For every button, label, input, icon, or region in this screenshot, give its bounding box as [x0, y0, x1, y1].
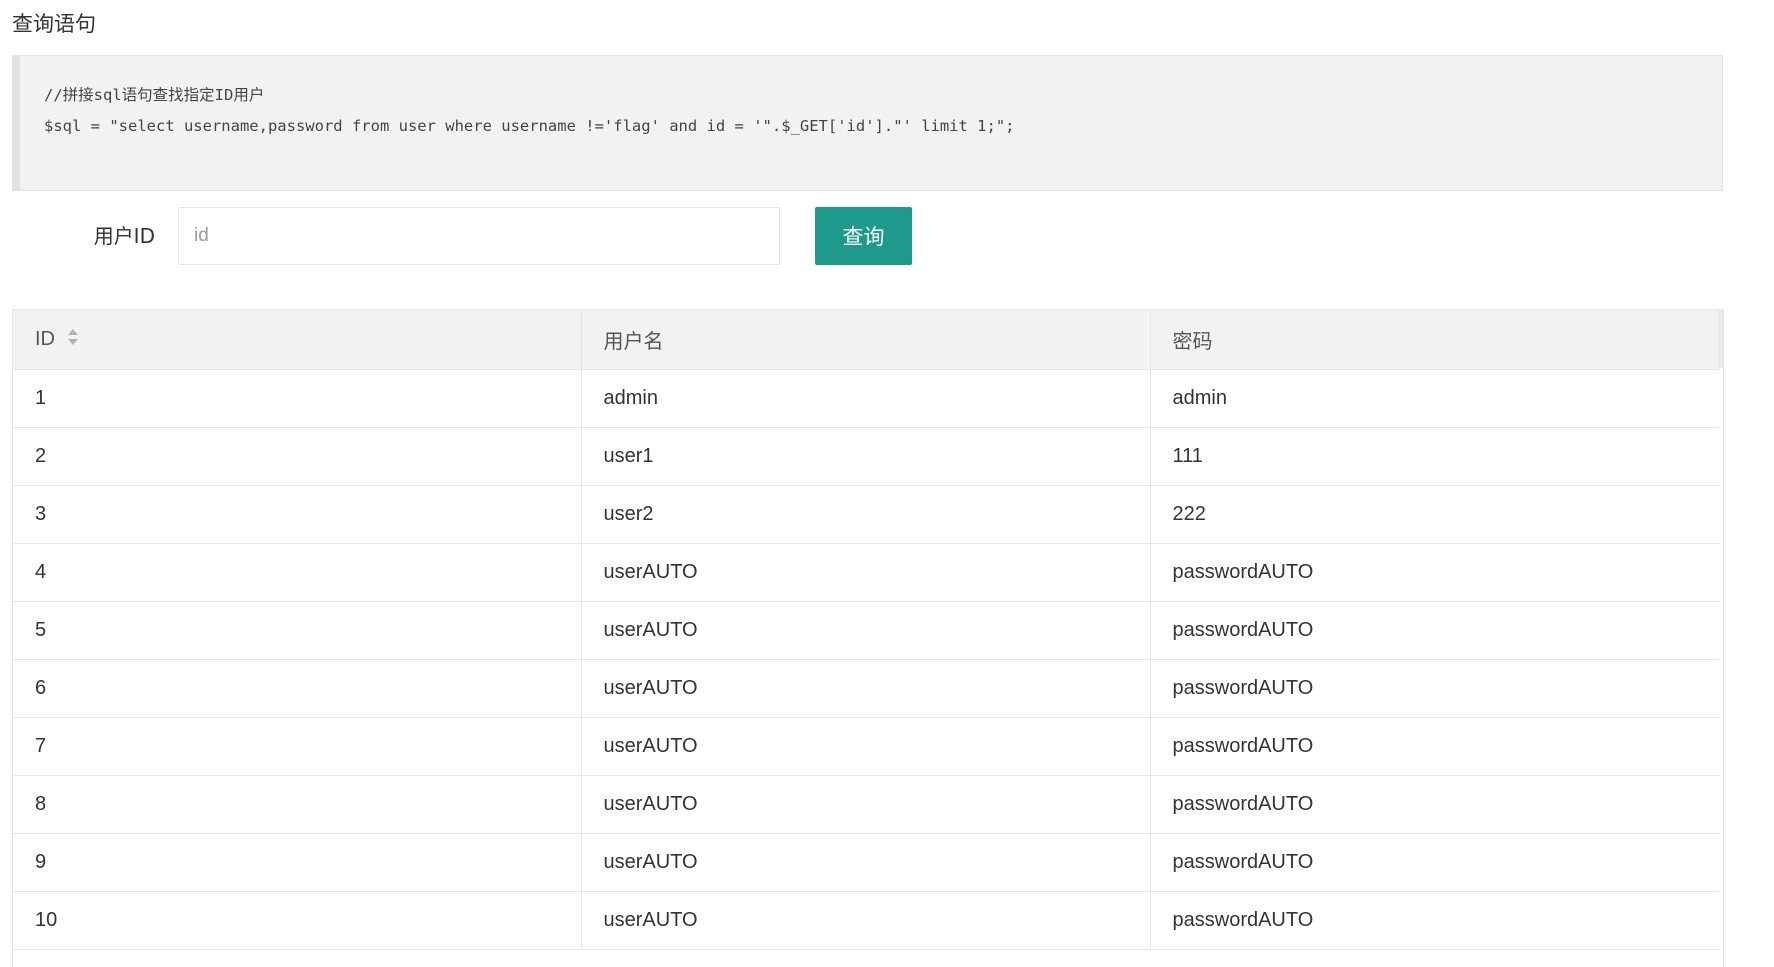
table-row: 10 userAUTO passwordAUTO [13, 891, 1719, 950]
cell-username: admin [581, 369, 1151, 428]
cell-password: passwordAUTO [1150, 891, 1719, 950]
column-header-id[interactable]: ID [13, 310, 582, 370]
cell-password: passwordAUTO [1150, 659, 1719, 718]
cell-username: userAUTO [581, 891, 1151, 950]
cell-username: user2 [581, 485, 1151, 544]
table-scrollbar-edge[interactable] [1718, 309, 1724, 368]
table-row: 1 admin admin [13, 369, 1719, 428]
page: 查询语句 //拼接sql语句查找指定ID用户 $sql = "select use… [0, 0, 1774, 967]
cell-password: passwordAUTO [1150, 717, 1719, 776]
cell-id: 3 [13, 485, 582, 544]
results-table-container: ID 用户名 密码 1 admin admin 2 user1 111 3 user2 22… [12, 309, 1724, 950]
table-row: 8 userAUTO passwordAUTO [13, 775, 1719, 834]
sort-icon[interactable] [67, 327, 79, 347]
column-header-label: ID [35, 327, 55, 350]
table-row: 6 userAUTO passwordAUTO [13, 659, 1719, 718]
table-row: 5 userAUTO passwordAUTO [13, 601, 1719, 660]
table-row: 7 userAUTO passwordAUTO [13, 717, 1719, 776]
user-id-input[interactable] [178, 207, 780, 265]
table-row: 9 userAUTO passwordAUTO [13, 833, 1719, 892]
cell-username: userAUTO [581, 833, 1151, 892]
cell-username: userAUTO [581, 543, 1151, 602]
cell-username: userAUTO [581, 717, 1151, 776]
table-row: 2 user1 111 [13, 427, 1719, 486]
cell-password: admin [1150, 369, 1719, 428]
user-id-label: 用户ID [93, 224, 155, 248]
cell-username: userAUTO [581, 601, 1151, 660]
code-comment: //拼接sql语句查找指定ID用户 [44, 86, 265, 104]
cell-id: 7 [13, 717, 582, 776]
query-button[interactable]: 查询 [815, 207, 912, 265]
table-header: ID 用户名 密码 [13, 310, 1719, 370]
cell-id: 10 [13, 891, 582, 950]
cell-id: 4 [13, 543, 582, 602]
table-bottom-edge [12, 947, 1724, 967]
column-header-password: 密码 [1150, 310, 1719, 370]
cell-username: user1 [581, 427, 1151, 486]
code-block: //拼接sql语句查找指定ID用户 $sql = "select username… [12, 55, 1723, 191]
section-title: 查询语句 [12, 12, 96, 36]
cell-id: 2 [13, 427, 582, 486]
cell-password: 222 [1150, 485, 1719, 544]
results-table: ID 用户名 密码 1 admin admin 2 user1 111 3 user2 22… [13, 310, 1719, 950]
cell-id: 1 [13, 369, 582, 428]
cell-username: userAUTO [581, 775, 1151, 834]
table-header-row: ID 用户名 密码 [13, 310, 1719, 370]
cell-password: passwordAUTO [1150, 833, 1719, 892]
code-statement: $sql = "select username,password from us… [44, 117, 1015, 135]
column-header-username: 用户名 [581, 310, 1151, 370]
cell-password: 111 [1150, 427, 1719, 486]
table-body: 1 admin admin 2 user1 111 3 user2 222 4 userAUT… [13, 369, 1719, 950]
cell-id: 9 [13, 833, 582, 892]
cell-username: userAUTO [581, 659, 1151, 718]
table-row: 4 userAUTO passwordAUTO [13, 543, 1719, 602]
query-form: 用户ID 查询 [12, 207, 1012, 265]
table-row: 3 user2 222 [13, 485, 1719, 544]
cell-id: 5 [13, 601, 582, 660]
cell-password: passwordAUTO [1150, 543, 1719, 602]
cell-id: 8 [13, 775, 582, 834]
cell-password: passwordAUTO [1150, 775, 1719, 834]
cell-password: passwordAUTO [1150, 601, 1719, 660]
cell-id: 6 [13, 659, 582, 718]
